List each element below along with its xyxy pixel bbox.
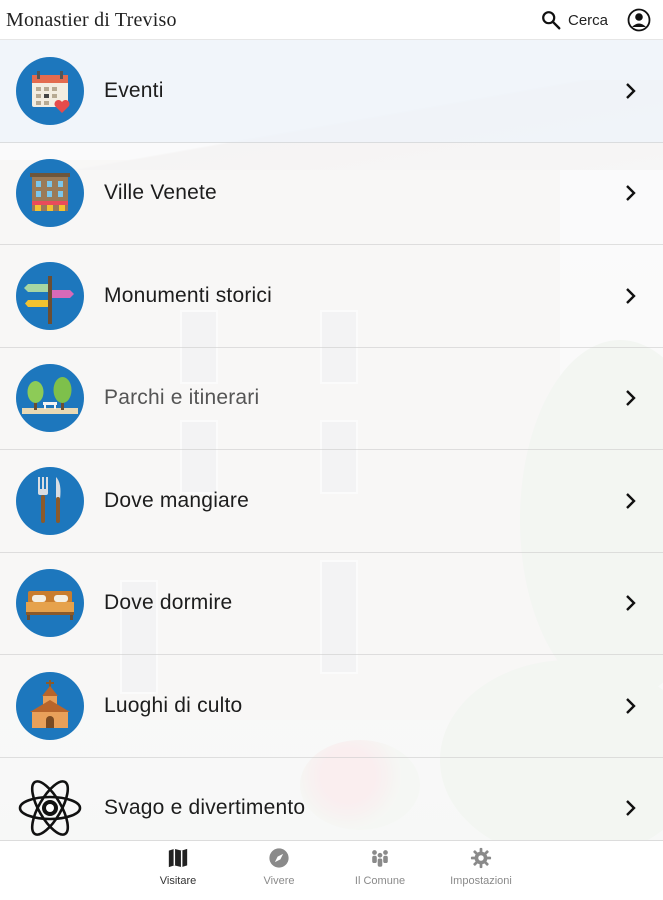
list-item-dove-dormire[interactable]: Dove dormire <box>0 553 663 655</box>
list-item-ville-venete[interactable]: Ville Venete <box>0 143 663 245</box>
chevron-right-icon <box>624 183 638 203</box>
compass-icon <box>269 848 289 868</box>
category-list: Eventi Ville Venete Monumenti storici Pa… <box>0 40 663 860</box>
list-item-label: Parchi e itinerari <box>104 386 260 410</box>
chevron-right-icon <box>624 798 638 818</box>
atom-icon <box>16 774 84 842</box>
chevron-right-icon <box>624 491 638 511</box>
list-item-monumenti-storici[interactable]: Monumenti storici <box>0 245 663 348</box>
tab-label: Visitare <box>159 875 197 887</box>
bed-icon <box>16 569 84 638</box>
profile-button[interactable] <box>627 8 651 32</box>
chevron-right-icon <box>624 286 638 306</box>
people-icon <box>372 850 388 867</box>
list-item-label: Luoghi di culto <box>104 693 243 717</box>
park-trees-bench-icon <box>16 364 84 433</box>
signpost-icon <box>16 261 84 330</box>
list-item-parchi-itinerari[interactable]: Parchi e itinerari <box>0 348 663 450</box>
tab-label: Impostazioni <box>450 875 512 887</box>
list-item-label: Dove dormire <box>104 591 233 615</box>
app-header: Monastier di Treviso Cerca <box>0 0 663 40</box>
list-item-label: Ville Venete <box>104 181 217 205</box>
bottom-tab-bar: Visitare Vivere Il Comune Impostazioni <box>0 840 663 900</box>
list-item-label: Dove mangiare <box>104 488 250 512</box>
user-profile-icon <box>627 8 651 32</box>
list-item-eventi[interactable]: Eventi <box>0 40 663 143</box>
tab-label: Vivere <box>263 875 295 887</box>
tab-visitare[interactable]: Visitare <box>133 847 223 895</box>
villa-building-icon <box>16 159 84 228</box>
list-item-luoghi-di-culto[interactable]: Luoghi di culto <box>0 655 663 758</box>
gear-icon <box>470 847 492 869</box>
tab-vivere[interactable]: Vivere <box>234 847 324 895</box>
list-item-label: Eventi <box>104 78 164 102</box>
list-item-label: Monumenti storici <box>104 283 272 307</box>
tab-label: Il Comune <box>354 875 406 887</box>
calendar-heart-icon <box>16 56 84 125</box>
list-item-dove-mangiare[interactable]: Dove mangiare <box>0 450 663 553</box>
chevron-right-icon <box>624 696 638 716</box>
search-button[interactable]: Cerca <box>540 8 608 32</box>
chevron-right-icon <box>624 388 638 408</box>
chevron-right-icon <box>624 81 638 101</box>
list-item-label: Svago e divertimento <box>104 796 306 820</box>
tab-impostazioni[interactable]: Impostazioni <box>436 847 526 895</box>
search-icon <box>542 11 561 30</box>
search-label: Cerca <box>568 11 609 29</box>
church-icon <box>16 671 84 740</box>
tab-il-comune[interactable]: Il Comune <box>335 847 425 895</box>
fork-knife-icon <box>16 466 84 535</box>
map-icon <box>168 848 188 868</box>
chevron-right-icon <box>624 593 638 613</box>
app-title: Monastier di Treviso <box>6 9 177 31</box>
